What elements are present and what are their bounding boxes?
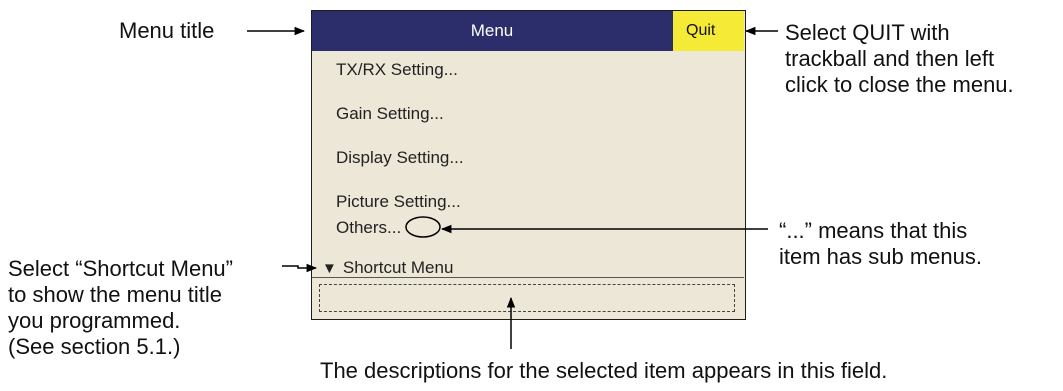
shortcut-arrow (282, 263, 318, 273)
annotation-layer (247, 26, 778, 349)
ellipsis-highlight-circle (405, 216, 441, 238)
